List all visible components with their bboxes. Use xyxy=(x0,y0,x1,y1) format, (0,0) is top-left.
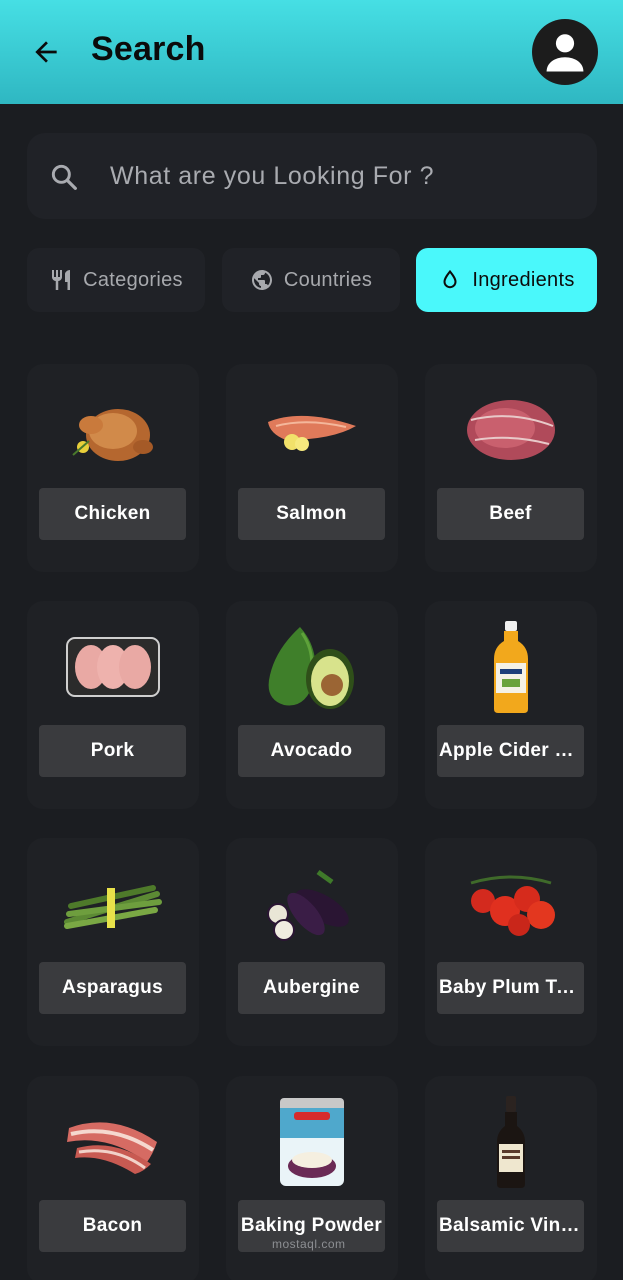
ingredient-card-pork[interactable]: Pork xyxy=(27,601,199,809)
back-button[interactable] xyxy=(26,32,66,72)
baking-powder-tin-image xyxy=(262,1094,362,1190)
ingredient-card-asparagus[interactable]: Asparagus xyxy=(27,838,199,1046)
chicken-image xyxy=(63,382,163,478)
ingredient-card-beef[interactable]: Beef xyxy=(425,364,597,572)
aubergine-image xyxy=(262,856,362,952)
ingredient-card-avocado[interactable]: Avocado xyxy=(226,601,398,809)
tab-ingredients[interactable]: Ingredients xyxy=(416,248,597,312)
ingredient-card-balsamic-vinegar[interactable]: Balsamic Vinegar xyxy=(425,1076,597,1280)
avocado-image xyxy=(262,619,362,715)
salmon-image xyxy=(262,382,362,478)
ingredient-card-apple-cider-vinegar[interactable]: Apple Cider Vinegar xyxy=(425,601,597,809)
ingredient-label: Asparagus xyxy=(39,962,186,1014)
page-title: Search xyxy=(91,30,206,68)
vinegar-bottle-image xyxy=(461,619,561,715)
ingredient-label: Apple Cider Vinegar xyxy=(437,725,584,777)
fork-knife-icon xyxy=(52,270,71,290)
ingredient-label: Avocado xyxy=(238,725,385,777)
tab-label: Categories xyxy=(83,268,183,291)
bacon-image xyxy=(63,1094,163,1190)
arrow-left-icon xyxy=(35,41,57,63)
ingredient-card-aubergine[interactable]: Aubergine xyxy=(226,838,398,1046)
globe-icon xyxy=(251,270,272,290)
tab-label: Countries xyxy=(283,268,373,291)
tab-countries[interactable]: Countries xyxy=(222,248,400,312)
tab-label: Ingredients xyxy=(472,268,575,291)
ingredient-label: Beef xyxy=(437,488,584,540)
ingredient-card-baby-plum-tomatoes[interactable]: Baby Plum Tomatoes xyxy=(425,838,597,1046)
ingredient-label: Aubergine xyxy=(238,962,385,1014)
ingredient-card-bacon[interactable]: Bacon xyxy=(27,1076,199,1280)
beef-image xyxy=(461,382,561,478)
ingredient-card-chicken[interactable]: Chicken xyxy=(27,364,199,572)
watermark: mostaql.com xyxy=(272,1237,346,1251)
ingredient-label: Balsamic Vinegar xyxy=(437,1200,584,1252)
ingredient-label: Baby Plum Tomatoes xyxy=(437,962,584,1014)
ingredient-card-salmon[interactable]: Salmon xyxy=(226,364,398,572)
tab-categories[interactable]: Categories xyxy=(27,248,205,312)
tomatoes-image xyxy=(461,856,561,952)
balsamic-bottle-image xyxy=(461,1094,561,1190)
drop-icon xyxy=(443,269,457,289)
ingredient-label: Pork xyxy=(39,725,186,777)
asparagus-image xyxy=(63,856,163,952)
ingredient-label: Bacon xyxy=(39,1200,186,1252)
person-icon xyxy=(546,34,584,72)
search-input[interactable] xyxy=(110,152,570,200)
app-header: Search xyxy=(0,0,623,104)
pork-image xyxy=(63,619,163,715)
ingredient-label: Chicken xyxy=(39,488,186,540)
search-icon[interactable] xyxy=(48,161,80,193)
profile-avatar-button[interactable] xyxy=(532,19,598,85)
ingredient-label: Salmon xyxy=(238,488,385,540)
